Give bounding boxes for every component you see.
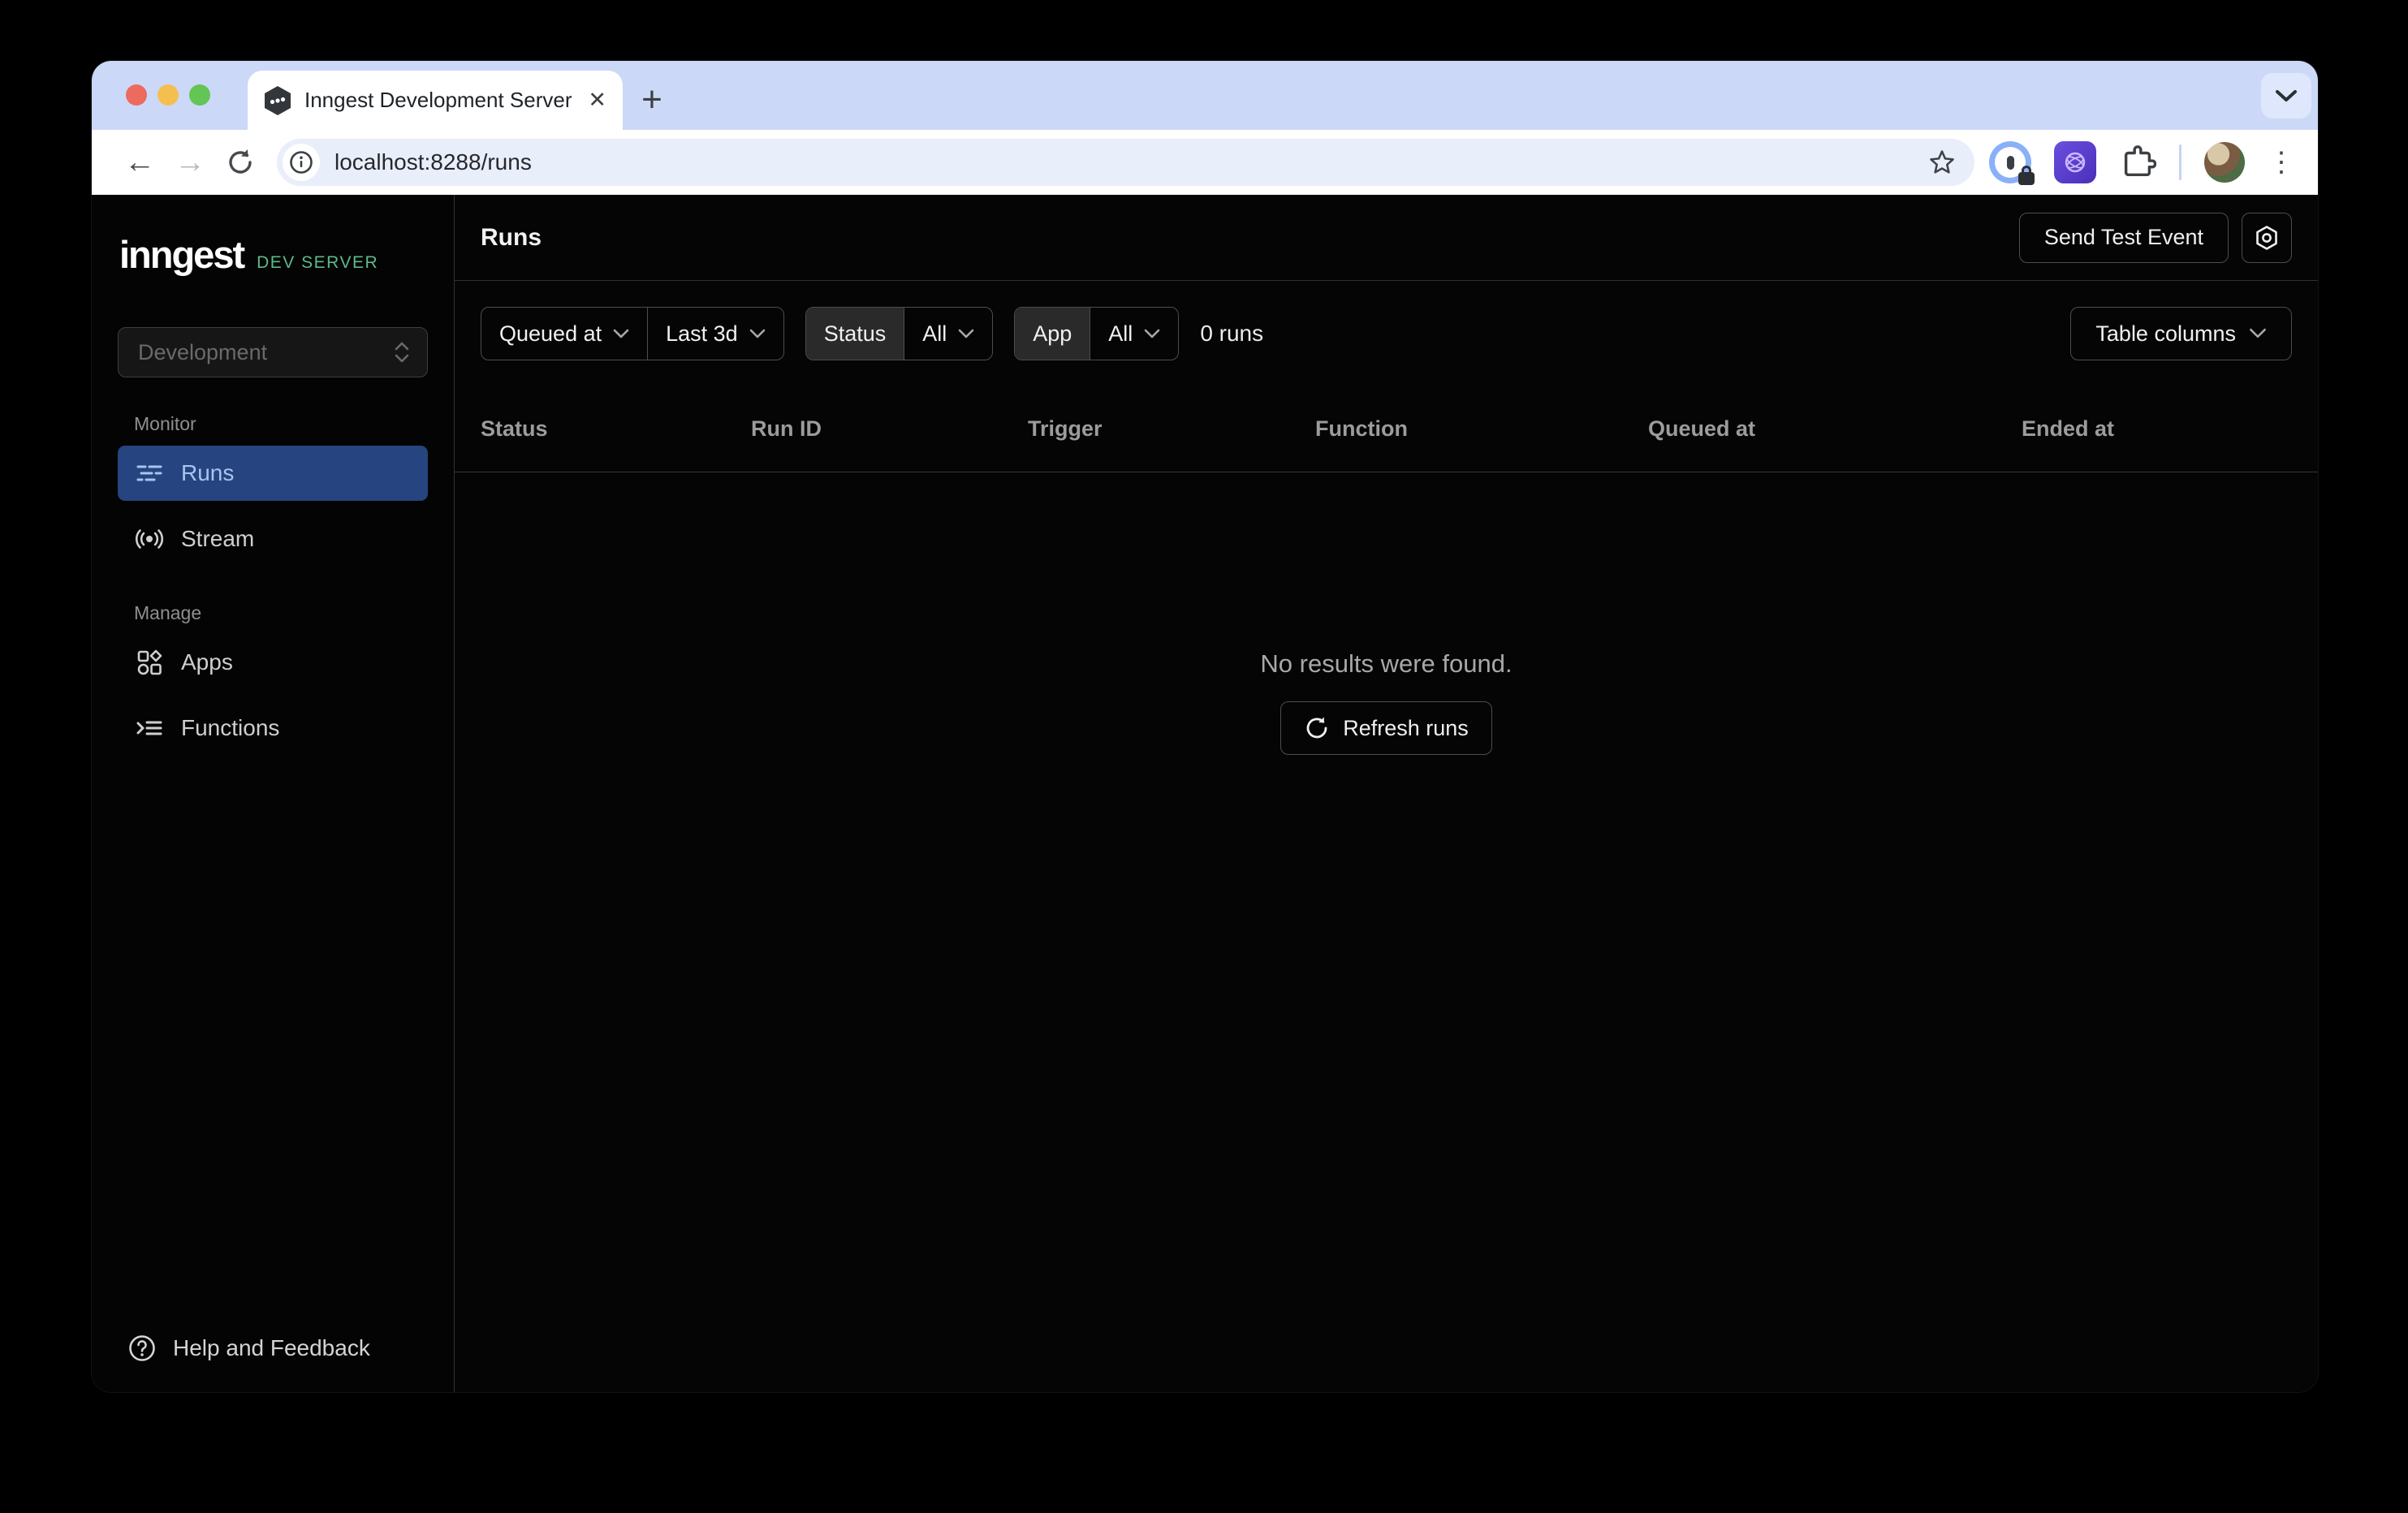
- chevron-down-icon: [958, 329, 974, 338]
- chevron-down-icon: [2276, 90, 2297, 101]
- chevron-down-icon: [2250, 328, 2266, 338]
- close-tab-icon[interactable]: ✕: [588, 88, 606, 113]
- app-filter-group: App All: [1014, 307, 1180, 360]
- refresh-runs-button[interactable]: Refresh runs: [1280, 701, 1492, 755]
- new-tab-button[interactable]: +: [628, 75, 676, 124]
- settings-gear-icon: [2256, 225, 2277, 250]
- password-manager-icon[interactable]: [1989, 141, 2035, 185]
- inngest-logo: inngest: [119, 233, 245, 276]
- extensions-puzzle-icon[interactable]: [2119, 144, 2156, 181]
- site-info-button[interactable]: [283, 144, 320, 181]
- app-filter-label: App: [1015, 308, 1091, 360]
- extension-app-icon[interactable]: [2054, 141, 2096, 183]
- runs-count: 0 runs: [1200, 321, 1264, 346]
- chevron-down-icon: [1145, 329, 1160, 338]
- info-icon: [290, 151, 313, 174]
- reload-icon: [229, 149, 252, 174]
- column-header-status: Status: [481, 416, 548, 441]
- empty-state: No results were found. Refresh runs: [455, 472, 2318, 1392]
- help-label: Help and Feedback: [173, 1335, 370, 1360]
- status-filter-group: Status All: [805, 307, 994, 360]
- status-label: Status: [823, 321, 887, 346]
- runs-icon: [136, 459, 163, 487]
- table-columns-label: Table columns: [2095, 321, 2236, 346]
- reload-button[interactable]: [215, 137, 265, 188]
- up-down-chevron-icon: [395, 342, 409, 363]
- time-filter-group: Queued at Last 3d: [481, 307, 784, 360]
- help-icon: [129, 1335, 155, 1361]
- queued-at-label: Queued at: [499, 321, 602, 346]
- sidebar-item-label: Functions: [181, 715, 280, 740]
- browser-window: Inngest Development Server ✕ + ← → local…: [92, 61, 2318, 1392]
- traffic-lights: [126, 84, 210, 106]
- sidebar-item-runs[interactable]: Runs: [118, 446, 428, 501]
- app-value: All: [1108, 321, 1133, 346]
- sidebar-item-label: Stream: [181, 526, 255, 551]
- sidebar-item-apps[interactable]: Apps: [118, 635, 428, 690]
- tab-search-button[interactable]: [2261, 73, 2311, 119]
- empty-message: No results were found.: [1260, 649, 1513, 678]
- dev-server-badge: DEV SERVER: [257, 253, 379, 272]
- filter-bar: Queued at Last 3d Status All App All 0 r…: [455, 281, 2318, 386]
- status-value: All: [922, 321, 947, 346]
- stream-icon: [136, 525, 163, 553]
- url-text[interactable]: localhost:8288/runs: [334, 149, 1927, 175]
- environment-selector[interactable]: Development: [118, 327, 428, 377]
- help-and-feedback[interactable]: Help and Feedback: [118, 1334, 428, 1369]
- app-filter-dropdown[interactable]: All: [1090, 308, 1178, 360]
- page-title: Runs: [481, 223, 542, 251]
- table-columns-button[interactable]: Table columns: [2070, 307, 2292, 360]
- refresh-icon: [1306, 717, 1327, 739]
- page-header: Runs Send Test Event: [455, 195, 2318, 281]
- close-window-button[interactable]: [126, 84, 147, 106]
- tab-strip: Inngest Development Server ✕ +: [92, 61, 2318, 130]
- column-header-function: Function: [1315, 416, 1408, 441]
- functions-icon: [136, 714, 163, 742]
- toolbar-divider: [2179, 144, 2181, 180]
- column-header-ended-at: Ended at: [2022, 416, 2115, 441]
- sidebar-item-functions[interactable]: Functions: [118, 700, 428, 756]
- manage-section-label: Manage: [134, 602, 202, 623]
- refresh-runs-label: Refresh runs: [1343, 715, 1469, 740]
- app-label: App: [1033, 321, 1072, 346]
- main-content: Runs Send Test Event Queued at Last 3d S…: [455, 195, 2318, 1392]
- time-range-label: Last 3d: [666, 321, 738, 346]
- monitor-section-label: Monitor: [134, 413, 196, 434]
- status-filter-dropdown[interactable]: All: [904, 308, 992, 360]
- minimize-window-button[interactable]: [158, 84, 179, 106]
- zoom-window-button[interactable]: [189, 84, 210, 106]
- apps-icon: [136, 649, 163, 676]
- back-button[interactable]: ←: [114, 137, 165, 188]
- environment-label: Development: [138, 339, 268, 364]
- time-range-dropdown[interactable]: Last 3d: [648, 308, 783, 360]
- sidebar-item-label: Apps: [181, 649, 233, 675]
- browser-tab[interactable]: Inngest Development Server ✕: [248, 71, 623, 130]
- inngest-app: inngest DEV SERVER Development Monitor R…: [92, 195, 2318, 1392]
- browser-menu-button[interactable]: ⋮: [2268, 146, 2295, 179]
- sidebar-item-stream[interactable]: Stream: [118, 511, 428, 567]
- address-bar[interactable]: localhost:8288/runs: [277, 139, 1974, 186]
- logo-row: inngest DEV SERVER: [118, 232, 428, 277]
- forward-button[interactable]: →: [165, 137, 215, 188]
- chevron-down-icon: [613, 329, 629, 338]
- send-test-event-button[interactable]: Send Test Event: [2018, 212, 2229, 263]
- settings-button[interactable]: [2242, 212, 2292, 263]
- queued-at-dropdown[interactable]: Queued at: [481, 308, 647, 360]
- inngest-favicon-icon: [265, 85, 291, 115]
- tab-title: Inngest Development Server: [304, 88, 572, 112]
- profile-avatar[interactable]: [2204, 142, 2245, 183]
- column-header-queued-at: Queued at: [1648, 416, 1756, 441]
- bookmark-star-icon[interactable]: [1927, 148, 1957, 177]
- chevron-down-icon: [749, 329, 765, 338]
- runs-table-header: Status Run ID Trigger Function Queued at…: [455, 386, 2318, 472]
- sidebar-item-label: Runs: [181, 460, 235, 485]
- column-header-run-id: Run ID: [751, 416, 822, 441]
- status-filter-label: Status: [805, 308, 905, 360]
- toolbar-extensions: ⋮: [1989, 141, 2295, 185]
- sidebar: inngest DEV SERVER Development Monitor R…: [92, 195, 455, 1392]
- column-header-trigger: Trigger: [1028, 416, 1103, 441]
- browser-toolbar: ← → localhost:8288/runs ⋮: [92, 130, 2318, 195]
